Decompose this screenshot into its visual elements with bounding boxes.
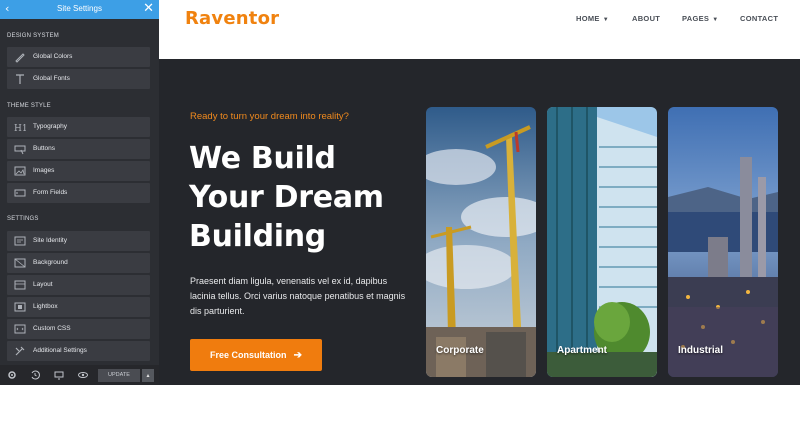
- card-corporate[interactable]: Corporate: [426, 107, 536, 377]
- close-icon[interactable]: ✕: [143, 2, 154, 16]
- sidebar-item-lightbox[interactable]: Lightbox: [7, 297, 150, 317]
- arrow-right-icon: ➔: [293, 350, 302, 361]
- code-icon: [14, 324, 26, 334]
- responsive-desktop-icon[interactable]: [53, 369, 65, 381]
- section-heading-design-system: DESIGN SYSTEM: [7, 33, 59, 39]
- lightbox-icon: [14, 302, 26, 312]
- heading-icon: H1: [14, 124, 26, 133]
- sidebar-item-form-fields[interactable]: Form Fields: [7, 183, 150, 203]
- nav-label: CONTACT: [740, 14, 779, 23]
- sidebar-item-buttons[interactable]: Buttons: [7, 139, 150, 159]
- sidebar-item-label: Buttons: [33, 145, 56, 152]
- sidebar-item-label: Images: [33, 167, 55, 174]
- sidebar-item-label: Custom CSS: [33, 325, 71, 332]
- image-icon: [14, 166, 26, 176]
- nav-label: HOME: [576, 14, 600, 23]
- history-icon[interactable]: [29, 369, 41, 381]
- card-apartment[interactable]: Apartment: [547, 107, 657, 377]
- panel-title: Site Settings: [57, 4, 102, 13]
- background-icon: [14, 258, 26, 268]
- nav-label: PAGES: [682, 14, 710, 23]
- construction-cranes-image: [426, 107, 536, 377]
- tools-icon: [15, 346, 25, 356]
- industrial-plant-image: [668, 107, 778, 377]
- glass-building-image: [547, 107, 657, 377]
- section-heading-theme-style: THEME STYLE: [7, 103, 51, 109]
- panel-header: ‹ Site Settings ✕: [0, 0, 159, 19]
- hero-description: Praesent diam ligula, venenatis vel ex i…: [190, 276, 406, 316]
- app-window: ‹ Site Settings ✕ DESIGN SYSTEM Global C…: [0, 0, 800, 444]
- sidebar-item-background[interactable]: Background: [7, 253, 150, 273]
- svg-text:H1: H1: [14, 124, 26, 133]
- nav-item-about[interactable]: ABOUT: [632, 14, 660, 23]
- chevron-down-icon: ▼: [712, 17, 719, 23]
- sidebar-item-global-fonts[interactable]: Global Fonts: [7, 69, 150, 89]
- free-consultation-button[interactable]: Free Consultation ➔: [190, 339, 322, 371]
- section-heading-settings: SETTINGS: [7, 216, 39, 222]
- update-options-button[interactable]: ▴: [142, 369, 154, 382]
- sidebar-item-label: Global Fonts: [33, 75, 70, 82]
- hero-tagline: Ready to turn your dream into reality?: [190, 111, 349, 122]
- panel-footer-toolbar: UPDATE ▴: [0, 365, 159, 385]
- sidebar-item-global-colors[interactable]: Global Colors: [7, 47, 150, 67]
- site-header: Raventor HOME ▼ ABOUT PAGES ▼ CONTACT: [159, 0, 800, 59]
- sidebar-item-label: Form Fields: [33, 189, 68, 196]
- preview-eye-icon[interactable]: [77, 369, 89, 381]
- site-logo[interactable]: Raventor: [185, 8, 279, 29]
- sidebar-item-additional-settings[interactable]: Additional Settings: [7, 341, 150, 361]
- sidebar-item-label: Additional Settings: [33, 347, 87, 354]
- layout-icon: [14, 280, 26, 290]
- brush-icon: [15, 53, 25, 63]
- headline-line: Your Dream: [189, 180, 384, 215]
- site-settings-panel: ‹ Site Settings ✕ DESIGN SYSTEM Global C…: [0, 0, 159, 385]
- sidebar-item-custom-css[interactable]: Custom CSS: [7, 319, 150, 339]
- nav-item-contact[interactable]: CONTACT: [740, 14, 778, 23]
- card-industrial[interactable]: Industrial: [668, 107, 778, 377]
- update-button[interactable]: UPDATE: [98, 369, 140, 382]
- hero-headline: We Build Your Dream Building: [189, 139, 429, 256]
- font-icon: [16, 74, 24, 84]
- headline-line: Building: [189, 219, 326, 254]
- identity-icon: [14, 236, 26, 246]
- card-label: Apartment: [557, 345, 608, 356]
- button-icon: [14, 145, 26, 155]
- nav-label: ABOUT: [632, 14, 661, 23]
- nav-item-home[interactable]: HOME ▼: [576, 14, 609, 23]
- gear-icon[interactable]: [6, 369, 18, 381]
- sidebar-item-label: Site Identity: [33, 237, 67, 244]
- headline-line: We Build: [189, 141, 336, 176]
- sidebar-item-label: Lightbox: [33, 303, 58, 310]
- sidebar-item-images[interactable]: Images: [7, 161, 150, 181]
- card-label: Industrial: [678, 345, 724, 356]
- sidebar-item-label: Background: [33, 259, 68, 266]
- hero-section: Ready to turn your dream into reality? W…: [159, 59, 800, 385]
- sidebar-item-label: Typography: [33, 123, 67, 130]
- sidebar-item-site-identity[interactable]: Site Identity: [7, 231, 150, 251]
- nav-item-pages[interactable]: PAGES ▼: [682, 14, 718, 23]
- sidebar-item-layout[interactable]: Layout: [7, 275, 150, 295]
- sidebar-item-label: Layout: [33, 281, 53, 288]
- sidebar-item-label: Global Colors: [33, 53, 73, 60]
- form-icon: [14, 189, 26, 197]
- sidebar-item-typography[interactable]: H1 Typography: [7, 117, 150, 137]
- cta-label: Free Consultation: [210, 350, 287, 360]
- card-label: Corporate: [436, 345, 484, 356]
- chevron-down-icon: ▼: [602, 17, 609, 23]
